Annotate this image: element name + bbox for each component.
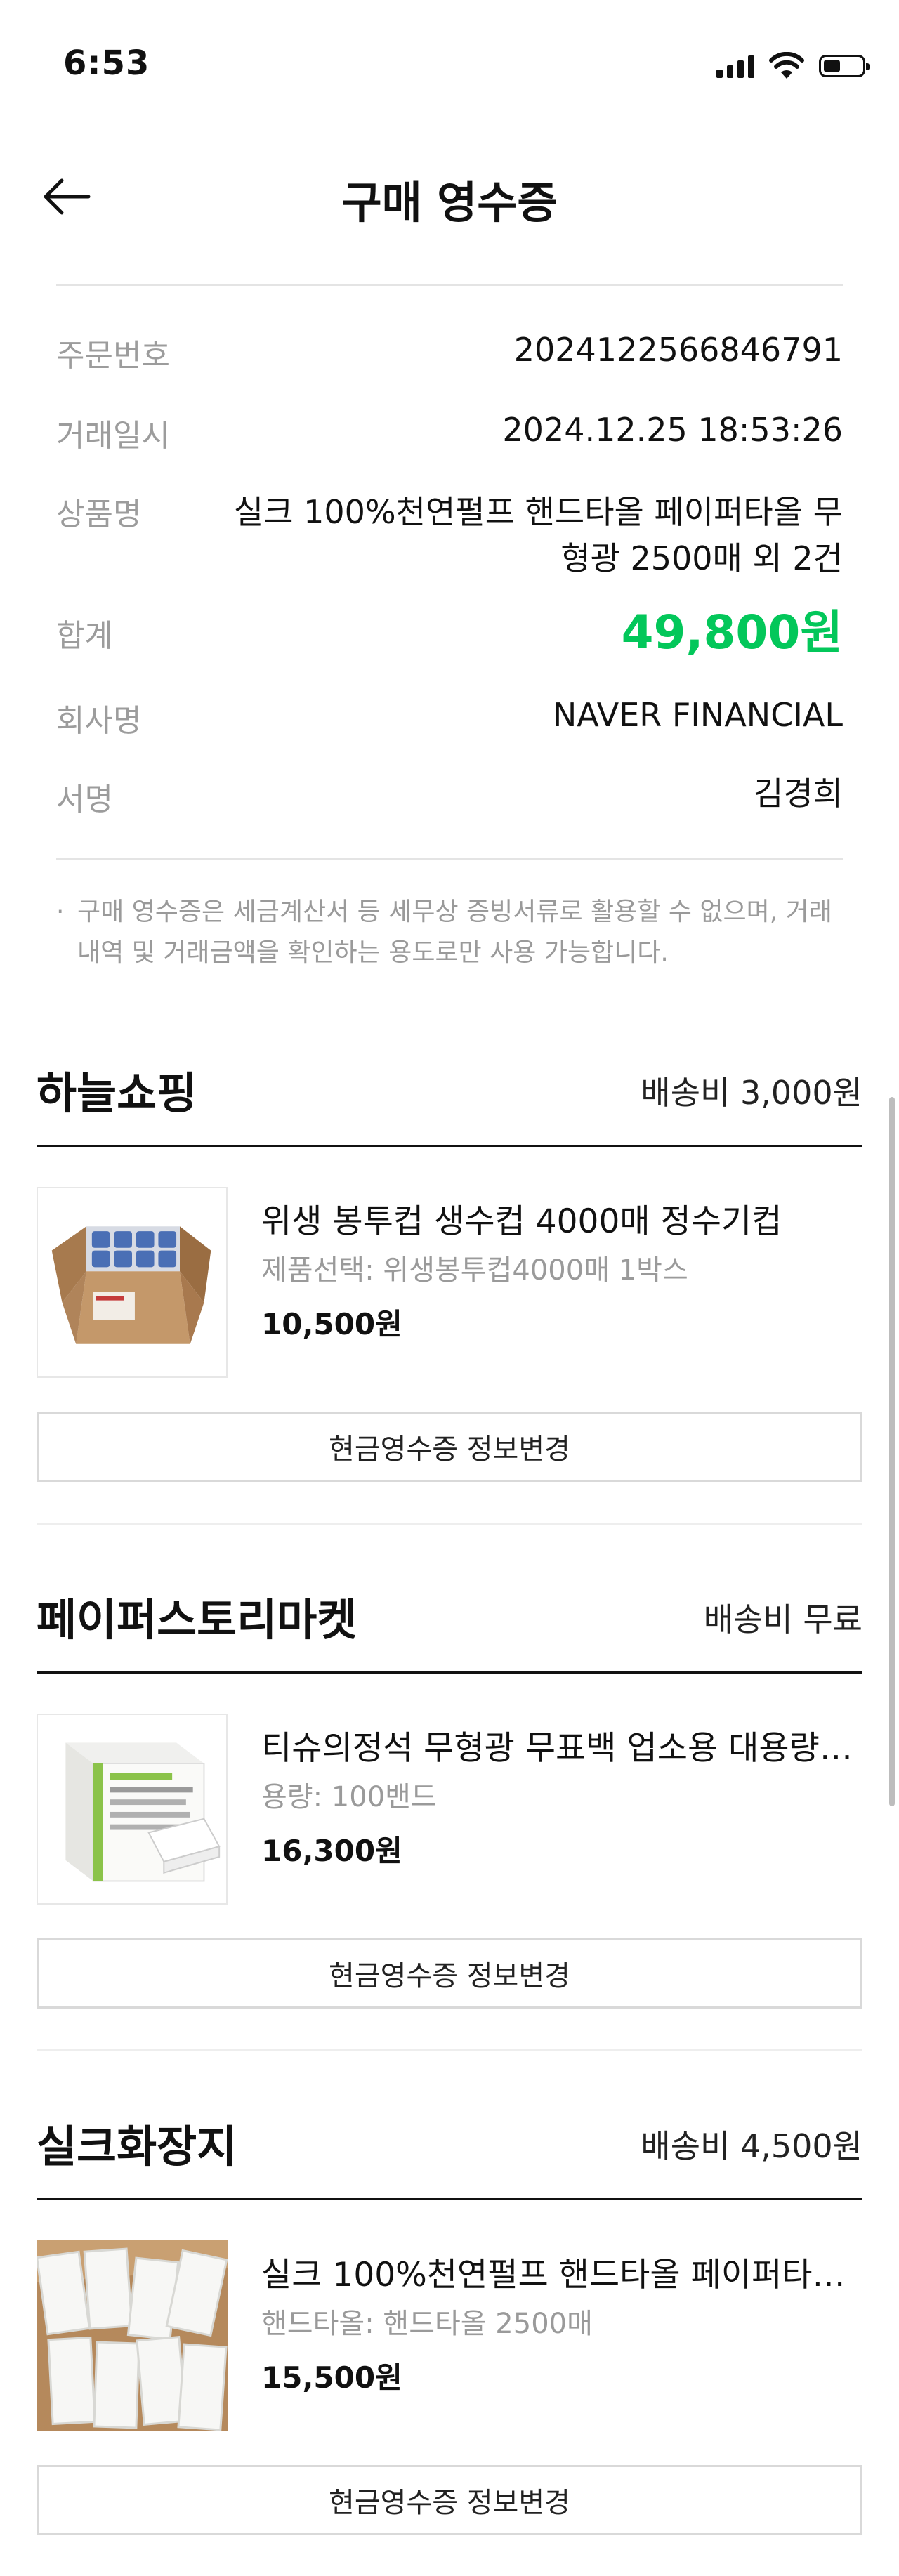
cash-receipt-change-button[interactable]: 현금영수증 정보변경 <box>37 1938 862 2009</box>
header-divider <box>56 284 843 286</box>
store-name: 실크화장지 <box>37 2121 237 2172</box>
product-name-row: 상품명 실크 100%천연펄프 핸드타올 페이퍼타올 무 형광 2500매 외 … <box>56 489 843 581</box>
shipping-fee: 배송비 4,500원 <box>641 2127 862 2165</box>
paper-towel-image <box>37 2240 228 2431</box>
total-row: 합계 49,800원 <box>56 608 843 657</box>
wifi-icon <box>769 52 804 79</box>
company-value: NAVER FINANCIAL <box>552 696 843 734</box>
scrollbar[interactable] <box>889 1097 895 1806</box>
store-name: 하늘쇼핑 <box>37 1067 197 1119</box>
order-number-value: 2024122566846791 <box>513 331 843 369</box>
tissue-box-image <box>38 1715 226 1903</box>
store-name: 페이퍼스토리마켓 <box>37 1594 357 1645</box>
product-name-line-2: 형광 2500매 외 2건 <box>560 539 843 577</box>
product-name-line-1: 실크 100%천연펄프 핸드타올 페이퍼타올 무 <box>233 493 843 531</box>
cash-receipt-change-button[interactable]: 현금영수증 정보변경 <box>37 2465 862 2535</box>
product-option: 제품선택: 위생봉투컵4000매 1박스 <box>261 1254 688 1287</box>
store-section-divider <box>37 1523 862 1525</box>
company-label: 회사명 <box>56 703 142 739</box>
cellular-signal-icon <box>716 54 754 78</box>
notice-line-2: 내역 및 거래금액을 확인하는 용도로만 사용 가능합니다. <box>77 938 669 967</box>
signature-row: 서명 김경희 <box>56 774 843 819</box>
store-divider <box>37 1671 862 1674</box>
cash-receipt-change-button[interactable]: 현금영수증 정보변경 <box>37 1412 862 1482</box>
transaction-date-value: 2024.12.25 18:53:26 <box>502 411 843 449</box>
cup-box-image <box>38 1188 226 1376</box>
notice-bullet: · <box>56 898 65 926</box>
receipt-notice: · 구매 영수증은 세금계산서 등 세무상 증빙서류로 활용할 수 없으며, 거… <box>56 892 843 973</box>
store-divider <box>37 1145 862 1147</box>
product-price: 15,500원 <box>261 2360 402 2395</box>
product-name[interactable]: 위생 봉투컵 생수컵 4000매 정수기컵 <box>261 1194 862 1242</box>
shipping-fee: 배송비 무료 <box>703 1601 862 1638</box>
status-time: 6:53 <box>63 44 150 83</box>
store-divider <box>37 2198 862 2200</box>
store-section-divider <box>37 2049 862 2051</box>
product-name-value: 실크 100%천연펄프 핸드타올 페이퍼타올 무 형광 2500매 외 2건 <box>234 489 843 581</box>
shipping-fee: 배송비 3,000원 <box>641 1074 862 1112</box>
product-option: 용량: 100밴드 <box>261 1781 437 1813</box>
status-icons <box>716 46 870 86</box>
product-thumbnail[interactable] <box>37 1187 228 1378</box>
product-name-label: 상품명 <box>56 497 142 532</box>
notice-line-1: 구매 영수증은 세금계산서 등 세무상 증빙서류로 활용할 수 없으며, 거래 <box>77 898 832 926</box>
product-thumbnail[interactable] <box>37 2240 228 2431</box>
total-label: 합계 <box>56 618 113 654</box>
total-value: 49,800원 <box>621 605 843 659</box>
product-name[interactable]: 티슈의정석 무형광 무표백 업소용 대용량 핸드타올 <box>261 1721 862 1769</box>
product-price: 16,300원 <box>261 1834 402 1868</box>
battery-level <box>824 60 840 72</box>
product-name[interactable]: 실크 100%천연펄프 핸드타올 페이퍼타올 무형광 <box>261 2247 862 2296</box>
order-number-row: 주문번호 2024122566846791 <box>56 330 843 375</box>
product-option: 핸드타올: 핸드타올 2500매 <box>261 2308 593 2340</box>
order-number-label: 주문번호 <box>56 338 170 374</box>
product-thumbnail[interactable] <box>37 1714 228 1905</box>
transaction-date-row: 거래일시 2024.12.25 18:53:26 <box>56 410 843 455</box>
signature-label: 서명 <box>56 782 113 817</box>
company-row: 회사명 NAVER FINANCIAL <box>56 695 843 740</box>
page-title: 구매 영수증 <box>341 177 558 228</box>
transaction-date-label: 거래일시 <box>56 418 170 454</box>
battery-icon <box>819 55 870 77</box>
notice-text: 구매 영수증은 세금계산서 등 세무상 증빙서류로 활용할 수 없으며, 거래 … <box>77 892 832 973</box>
product-price: 10,500원 <box>261 1307 402 1341</box>
signature-value: 김경희 <box>754 775 843 813</box>
info-divider <box>56 858 843 860</box>
